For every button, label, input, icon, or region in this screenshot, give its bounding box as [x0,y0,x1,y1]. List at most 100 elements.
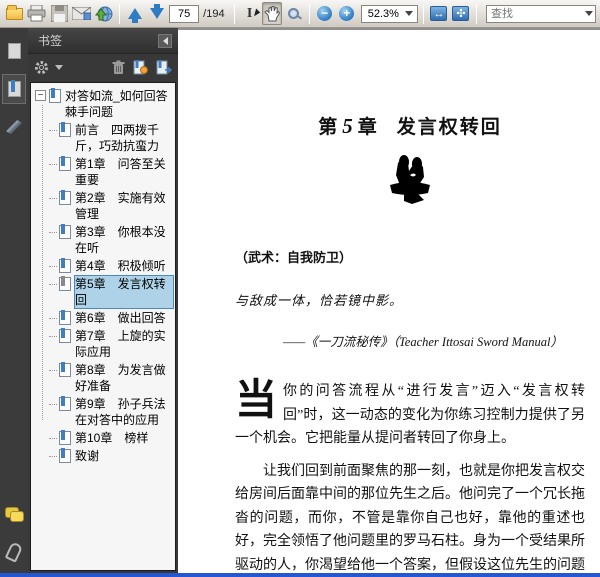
tree-connector-lines [42,105,43,420]
options-gear-icon[interactable] [34,60,49,75]
zoom-out-icon: − [317,6,333,21]
judo-figures-illustration [390,155,430,204]
bookmark-page-icon [59,122,71,137]
save-disk-icon [50,5,68,22]
find-input[interactable] [487,6,583,21]
bookmark-label: 第3章 你根本没在听 [75,225,166,255]
tree-connector [49,404,57,405]
zoom-level-value: 52.3% [367,7,399,20]
zoom-level-dropdown[interactable]: 52.3% [360,4,418,23]
page-down-arrow-icon [150,4,165,19]
zoom-out-button[interactable]: − [315,2,335,25]
next-page-button[interactable] [147,2,167,25]
bookmark-list: − 对答如流_如何回答棘手问题 前言 四两拨千斤，巧劲抗蛮力 第1章 问答至关重要 第2… [35,87,174,465]
bookmark-item[interactable]: 第2章 实施有效管理 [35,189,173,223]
find-dropdown-icon[interactable] [585,11,593,16]
zoom-in-button[interactable]: + [337,2,357,25]
document-pane[interactable]: 第 5 章发言权转回 （武术：自我防卫） 与敌成一体，恰若镜中影。 ——《一刀流秘传… [178,28,600,573]
bookmark-label: 第6章 做出回答 [75,311,166,325]
bookmark-label: 致谢 [75,449,100,463]
hand-tool-icon [263,6,280,22]
bookmark-item[interactable]: − 对答如流_如何回答棘手问题 [35,87,173,121]
magnifier-icon [288,8,300,19]
chapter-no-prefix: 第 [318,117,340,138]
bookmark-label: 前言 四两拨千斤，巧劲抗蛮力 [75,123,160,153]
select-tool-button[interactable]: I [240,2,260,25]
bookmark-label: 第1章 问答至关重要 [75,157,166,187]
page-total-label: /194 [203,7,225,20]
open-file-button[interactable] [4,2,24,25]
tree-connector [49,336,57,337]
sidebar-options-row [28,54,178,80]
globe-upload-icon [95,6,113,21]
tree-connector [49,232,57,233]
sidebar-header: 书签 [28,28,178,54]
bookmark-page-icon [59,430,71,445]
bookmark-label: 第7章 上旋的实际应用 [75,329,166,359]
bookmark-item[interactable]: 第4章 积极倾听 [35,257,173,275]
pdf-reader-window: /194 I − + 52.3% ↔ ✣ [0,0,600,577]
bookmark-page-icon [59,156,71,171]
section-label: （武术：自我防卫） [235,250,353,265]
bookmark-page-icon [59,276,71,291]
toolbar-separator [308,3,310,24]
new-bookmark-icon[interactable] [133,59,148,75]
printer-icon [27,5,46,22]
fit-page-button[interactable]: ✣ [451,2,471,25]
options-dropdown-icon[interactable] [55,64,63,70]
delete-bookmark-trash-icon[interactable] [112,60,125,75]
drop-cap: 当 [235,378,278,424]
body-paragraph: 让我们回到前面聚焦的那一刻，也就是你把发言权交给房间后面靠中间的那位先生之后。他… [235,463,585,573]
bookmark-label: 第5章 发言权转回 [74,275,174,309]
attachments-panel-button[interactable] [2,537,26,567]
signatures-panel-button[interactable] [2,112,26,142]
bookmark-item[interactable]: 第7章 上旋的实际应用 [35,327,173,361]
page-number-input[interactable] [169,4,200,23]
bookmark-item[interactable]: 第8章 为发言做好准备 [35,361,173,395]
bookmark-item[interactable]: 第1章 问答至关重要 [35,155,173,189]
marquee-zoom-button[interactable] [284,2,304,25]
bookmark-page-icon [59,190,71,205]
bookmark-item[interactable]: 第6章 做出回答 [35,309,173,327]
chevron-down-icon [404,11,413,16]
bookmark-page-icon [59,448,71,463]
bookmark-item[interactable]: 第3章 你根本没在听 [35,223,173,257]
hand-tool-button[interactable] [261,2,282,25]
bookmark-item[interactable]: 前言 四两拨千斤，巧劲抗蛮力 [35,121,173,155]
previous-page-button[interactable] [125,2,145,25]
bookmark-item[interactable]: 第10章 榜样 [35,429,173,447]
bookmarks-panel-button[interactable] [2,74,27,104]
tree-connector [49,164,57,165]
chapter-number: 5 [342,114,355,138]
collapse-toggle[interactable]: − [35,90,46,101]
save-button[interactable] [49,2,69,25]
sidebar-title: 书签 [38,34,63,48]
comments-panel-button[interactable] [2,499,26,529]
print-button[interactable] [26,2,47,25]
fit-width-button[interactable]: ↔ [429,2,449,25]
bookmark-tree: − 对答如流_如何回答棘手问题 前言 四两拨千斤，巧劲抗蛮力 第1章 问答至关重要 第2… [30,82,176,571]
email-button[interactable] [71,2,92,25]
collapse-sidebar-button[interactable] [158,33,172,48]
main-toolbar: /194 I − + 52.3% ↔ ✣ [0,0,600,28]
fit-page-icon: ✣ [452,6,470,21]
bookmark-item[interactable]: 第9章 孙子兵法在对答中的应用 [35,395,173,429]
bookmark-label: 第9章 孙子兵法在对答中的应用 [75,397,166,427]
bookmark-item[interactable]: 第5章 发言权转回 [35,275,174,309]
chapter-title: 第 5 章发言权转回 [235,112,585,139]
bookmark-label: 第10章 榜样 [75,431,149,445]
paperclip-icon [4,541,24,563]
epigraph: 与敌成一体，恰若镜中影。 [235,293,404,308]
tree-connector [49,284,57,285]
epigraph-attribution: ——《一刀流秘传》（Teacher Ittosai Sword Manual） [283,335,563,349]
expand-bookmark-icon[interactable] [156,59,172,75]
upload-document-button[interactable] [94,2,114,25]
toolbar-separator [119,3,121,24]
toolbar-separator [233,3,235,24]
pages-panel-button[interactable] [2,36,27,66]
bookmark-item[interactable]: 致谢 [35,447,173,465]
tree-connector [49,198,57,199]
window-bottom-edge [0,573,600,577]
bookmark-label: 第4章 积极倾听 [75,259,166,273]
email-envelope-icon [72,7,92,20]
